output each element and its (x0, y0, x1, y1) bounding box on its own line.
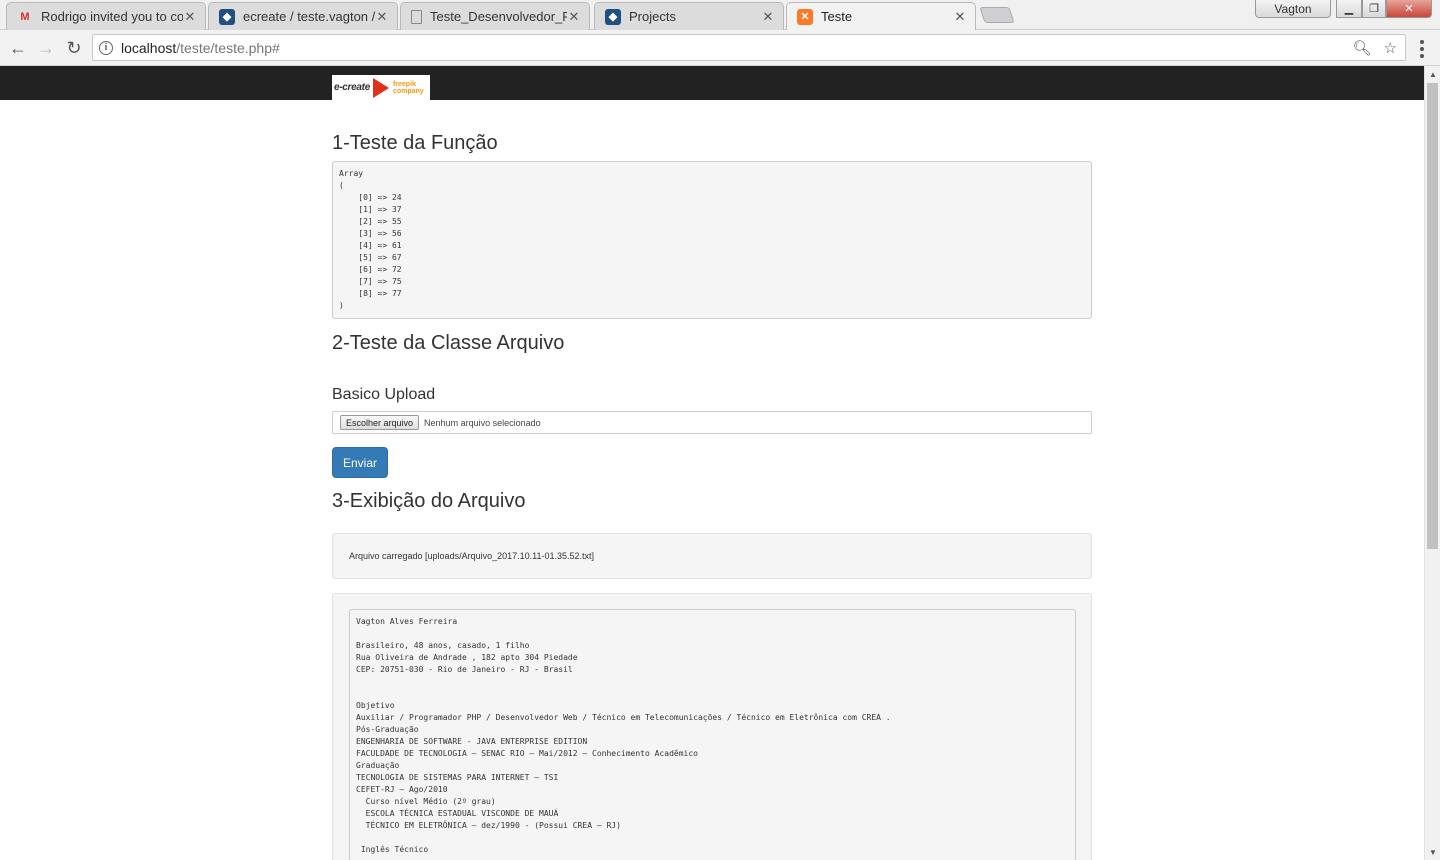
array-output: Array ( [0] => 24 [1] => 37 [2] => 55 [3… (332, 161, 1092, 319)
restore-icon: ❐ (1369, 3, 1379, 15)
zoom-icon[interactable]: 🔍︎ (1353, 39, 1372, 57)
scroll-down-arrow-icon[interactable]: ▼ (1425, 844, 1440, 860)
browser-tabstrip: M Rodrigo invited you to co ✕ ◆ ecreate … (0, 0, 1440, 30)
play-triangle-icon (372, 77, 389, 98)
close-icon[interactable]: ✕ (183, 9, 197, 25)
upload-message: Arquivo carregado [uploads/Arquivo_2017.… (349, 551, 594, 561)
section-title-classe-arquivo: 2-Teste da Classe Arquivo (332, 332, 565, 354)
xampp-icon: ✕ (797, 8, 813, 25)
close-icon[interactable]: ✕ (375, 9, 389, 25)
browser-menu-button[interactable] (1414, 38, 1430, 60)
window-close-button[interactable]: ✕ (1386, 0, 1432, 18)
file-content-well: Vagton Alves Ferreira Brasileiro, 48 ano… (332, 593, 1092, 860)
profile-button[interactable]: Vagton (1255, 0, 1331, 18)
gmail-icon: M (20, 10, 30, 23)
info-icon[interactable]: i (99, 40, 113, 55)
browser-tab-document[interactable]: Teste_Desenvolvedor_PH ✕ (400, 2, 590, 30)
restore-button[interactable]: ❐ (1362, 0, 1386, 18)
close-icon: ✕ (1404, 3, 1414, 15)
menu-dot (1420, 39, 1424, 44)
close-icon[interactable]: ✕ (953, 9, 967, 25)
forward-button[interactable]: → (34, 36, 58, 60)
document-icon (411, 9, 422, 24)
browser-tab-gmail[interactable]: M Rodrigo invited you to co ✕ (6, 2, 206, 30)
back-button[interactable]: ← (6, 36, 30, 60)
browser-tab-projects[interactable]: ◆ Projects ✕ (594, 2, 784, 30)
logo-text-partner: freepik company (392, 80, 424, 95)
tab-title: Projects (629, 9, 676, 24)
scroll-up-arrow-icon[interactable]: ▲ (1425, 66, 1440, 82)
reload-button[interactable]: ↻ (62, 36, 86, 60)
menu-dot (1420, 54, 1424, 59)
profile-name: Vagton (1274, 1, 1312, 16)
browser-tab-bitbucket[interactable]: ◆ ecreate / teste.vagton / s ✕ (208, 2, 398, 30)
page-viewport: e-create freepik company 1-Teste da Funç… (0, 66, 1424, 860)
tab-title: Rodrigo invited you to co (41, 9, 183, 24)
address-bar[interactable]: i localhost/teste/teste.php# 🔍︎ ☆ (92, 34, 1406, 61)
browser-tab-teste[interactable]: ✕ Teste ✕ (786, 2, 976, 30)
submit-button[interactable]: Enviar (332, 447, 388, 478)
scrollbar-thumb[interactable] (1427, 83, 1438, 549)
page-scrollbar[interactable]: ▲ ▼ (1424, 66, 1440, 860)
tab-title: ecreate / teste.vagton / s (243, 9, 375, 24)
section-title-exibicao: 3-Exibição do Arquivo (332, 490, 526, 512)
url-host: localhost (121, 39, 177, 56)
reload-icon: ↻ (66, 37, 82, 58)
url-path: /teste/teste.php# (176, 39, 280, 56)
logo-text-ecreate: e-create (334, 82, 370, 93)
minimize-icon: ▁ (1344, 3, 1354, 15)
choose-file-button[interactable]: Escolher arquivo (340, 415, 420, 430)
minimize-button[interactable]: ▁ (1336, 0, 1362, 18)
browser-toolbar: ← → ↻ i localhost/teste/teste.php# 🔍︎ ☆ (0, 30, 1440, 66)
site-navbar (0, 66, 1424, 100)
tab-title: Teste (821, 9, 853, 24)
site-logo[interactable]: e-create freepik company (332, 75, 430, 100)
menu-dot (1420, 46, 1424, 51)
upload-message-well: Arquivo carregado [uploads/Arquivo_2017.… (332, 533, 1092, 579)
back-arrow-icon: ← (9, 37, 27, 58)
file-status: Nenhum arquivo selecionado (424, 417, 541, 428)
forward-arrow-icon: → (37, 37, 55, 58)
upload-label: Basico Upload (332, 386, 436, 403)
bookmark-star-icon[interactable]: ☆ (1384, 39, 1397, 57)
bitbucket-icon: ◆ (605, 8, 621, 25)
close-icon[interactable]: ✕ (761, 9, 775, 25)
bitbucket-icon: ◆ (219, 8, 235, 25)
file-content: Vagton Alves Ferreira Brasileiro, 48 ano… (349, 609, 1076, 860)
new-tab-button[interactable] (979, 7, 1015, 23)
close-icon[interactable]: ✕ (567, 9, 581, 25)
section-title-funcao: 1-Teste da Função (332, 132, 498, 154)
file-input[interactable]: Escolher arquivo Nenhum arquivo selecion… (332, 411, 1092, 434)
tab-title: Teste_Desenvolvedor_PH (430, 9, 567, 24)
